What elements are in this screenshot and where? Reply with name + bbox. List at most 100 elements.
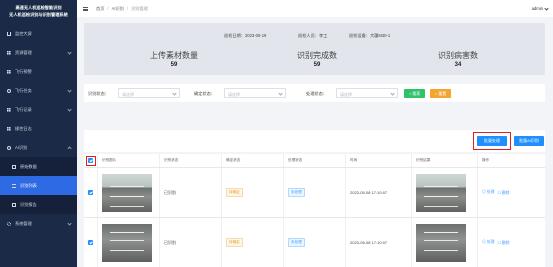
batch-ai-button[interactable]: 批量AI识别 [514, 136, 544, 146]
sidebar-subitem-label: 原始数据 [20, 164, 37, 169]
chevron-down-icon [67, 107, 72, 112]
table-toolbar: 批量处理 批量AI识别 [84, 130, 545, 152]
stat-value: 59 [313, 62, 321, 68]
stat-value: 59 [170, 62, 178, 68]
delete-link[interactable]: ☐ 删除 [497, 190, 509, 196]
row-checkbox[interactable] [88, 190, 93, 195]
sidebar-item-control-log[interactable]: 操控日志 [0, 119, 77, 138]
header-review: 确定状态 [222, 154, 284, 167]
table-row: 已识别 待确定 未处理 2023-05-08 17:10:07 ◎ 处理 ☐ 删… [84, 168, 545, 218]
sidebar-item-label: 飞行任务 [15, 88, 32, 93]
sidebar-subitem-raw-data[interactable]: 原始数据 [0, 157, 77, 176]
status-cell: 已识别 [160, 168, 222, 217]
sidebar-item-label: AI识别 [15, 145, 28, 150]
select-all-cell [84, 154, 98, 167]
time-cell: 2023-05-08 17:10:07 [346, 168, 412, 217]
sidebar-item-system[interactable]: 系统管理 [0, 214, 77, 233]
sidebar-item-flight-record[interactable]: 飞行记录 [0, 100, 77, 119]
result-thumbnail[interactable] [416, 223, 466, 262]
report-icon [12, 202, 16, 207]
operation-cell: ◎ 处理 ☐ 删除 [478, 218, 545, 267]
sidebar-item-dashboard[interactable]: 监控大屏 [0, 24, 77, 43]
row-select-cell [84, 168, 98, 217]
app-logo: 高速无人机巡检智能识别 无人机巡检识别与识别管理系统 [0, 0, 77, 24]
sidebar-subitem-label: 识别报告 [20, 202, 37, 207]
result-thumbnail[interactable] [416, 173, 466, 212]
ai-icon [7, 145, 11, 150]
status-cell: 已识别 [160, 218, 222, 267]
logo-line-2: 无人机巡检识别与识别管理系统 [9, 12, 68, 17]
sidebar-item-flight-task[interactable]: 飞行任务 [0, 81, 77, 100]
sidebar-item-ai-recognition[interactable]: AI识别 [0, 138, 77, 157]
document-icon [12, 164, 16, 169]
handle-tag: 未处理 [288, 238, 305, 247]
row-select-cell [84, 218, 98, 267]
circle-icon [7, 88, 11, 93]
breadcrumb: 首页 / AI识别 / 识别管理 [96, 6, 148, 12]
breadcrumb-separator: / [107, 5, 109, 11]
highlight-box [85, 155, 96, 166]
sidebar-item-label: 飞行预警 [15, 69, 32, 74]
sidebar-item-label: 操控日志 [15, 126, 32, 131]
grid-icon [7, 69, 11, 74]
search-button[interactable]: ○ 搜索 [404, 88, 425, 98]
status-filter-select[interactable]: 请选择 [118, 88, 180, 98]
chevron-down-icon [67, 88, 72, 93]
stats-panel: 巡检日期：2023-05-19 巡检人员：李工 巡检设备：大疆M30-1 上传素… [84, 23, 545, 75]
sidebar-item-resources[interactable]: 资源管理 [0, 43, 77, 62]
stat-defects: 识别病害数 34 [398, 50, 518, 68]
review-tag: 待确定 [226, 188, 243, 197]
main-content: 巡检日期：2023-05-19 巡检人员：李工 巡检设备：大疆M30-1 上传素… [77, 17, 553, 267]
table-header: 识别图片 识别状态 确定状态 处理状态 时间 识别结果 操作 [84, 154, 545, 168]
road-thumbnail[interactable] [102, 173, 152, 212]
grid-icon [7, 126, 11, 131]
header-status: 识别状态 [160, 154, 222, 167]
sidebar-item-label: 监控大屏 [15, 31, 32, 36]
review-tag: 待确定 [226, 238, 243, 247]
sidebar-item-flight-warning[interactable]: 飞行预警 [0, 62, 77, 81]
handle-cell: 未处理 [284, 168, 346, 217]
stat-recognized: 识别完成数 59 [257, 50, 377, 68]
review-filter-select[interactable]: 请选择 [224, 88, 286, 98]
handle-tag: 未处理 [288, 188, 305, 197]
stat-label: 上传素材数量 [150, 51, 198, 60]
time-cell: 2023-05-08 17:10:07 [346, 218, 412, 267]
breadcrumb-ai[interactable]: AI识别 [112, 6, 124, 12]
row-checkbox[interactable] [88, 240, 93, 245]
grid-icon [7, 50, 11, 55]
logo-line-1: 高速无人机巡检智能识别 [15, 5, 62, 10]
process-link[interactable]: ◎ 处理 [482, 190, 494, 195]
process-link[interactable]: ◎ 处理 [482, 240, 494, 245]
handle-filter-label: 处理状态： [306, 91, 327, 96]
breadcrumb-home[interactable]: 首页 [96, 6, 104, 12]
chevron-up-icon [67, 146, 72, 151]
select-all-checkbox[interactable] [88, 158, 93, 163]
inspection-date: 巡检日期：2023-05-19 [224, 33, 267, 38]
chevron-down-icon [67, 221, 72, 226]
operation-cell: ◎ 处理 ☐ 删除 [478, 168, 545, 217]
highlight-box [473, 132, 511, 150]
filter-bar: 识别状态： 请选择 确定状态： 请选择 处理状态： 请选择 ○ 搜索 ○ 重置 [84, 84, 545, 102]
delete-link[interactable]: ☐ 删除 [497, 240, 509, 246]
sidebar-item-label: 资源管理 [15, 50, 32, 55]
breadcrumb-current: 识别管理 [131, 5, 148, 11]
image-cell [98, 168, 160, 217]
review-cell: 待确定 [222, 168, 284, 217]
header-operation: 操作 [482, 158, 490, 162]
sidebar-subitem-label: 识别列表 [20, 183, 37, 188]
sidebar-subitem-recognition-report[interactable]: 识别报告 [0, 195, 77, 214]
sidebar-menu: 监控大屏 资源管理 飞行预警 飞行任务 飞行记录 操控日志 AI识别 原始数据 … [0, 24, 77, 233]
user-menu[interactable]: admin [532, 6, 543, 11]
handle-filter-select[interactable]: 请选择 [336, 88, 398, 98]
review-cell: 待确定 [222, 218, 284, 267]
sidebar-subitem-recognition-list[interactable]: 识别列表 [0, 176, 77, 195]
road-thumbnail[interactable] [102, 223, 152, 262]
header-time: 时间 [346, 154, 412, 167]
result-cell [412, 168, 478, 217]
list-icon [12, 183, 16, 188]
stat-label: 识别完成数 [297, 51, 337, 60]
stat-value: 34 [454, 62, 462, 68]
reset-button[interactable]: ○ 重置 [430, 88, 451, 98]
menu-toggle-icon[interactable] [83, 6, 88, 11]
chevron-down-icon [67, 50, 72, 55]
